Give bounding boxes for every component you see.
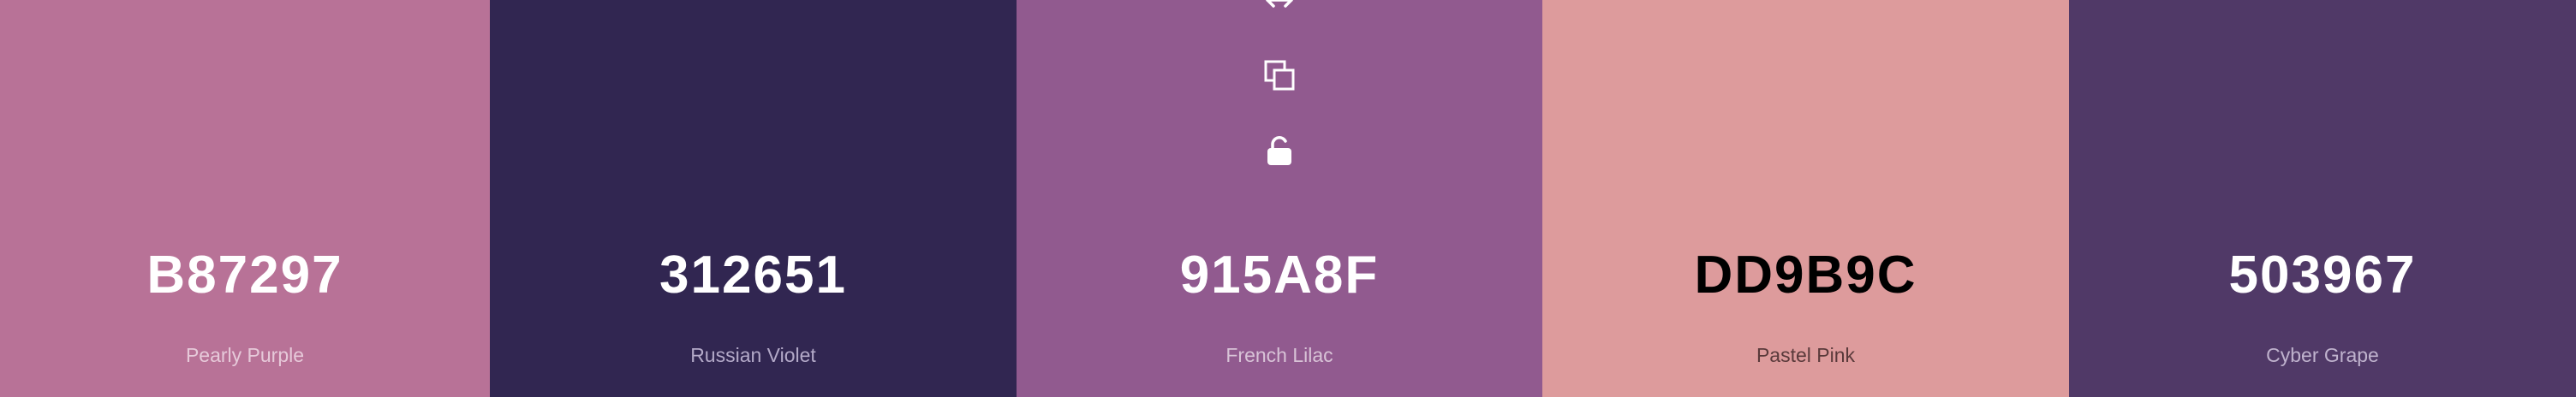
swatch-name[interactable]: Pearly Purple [0, 342, 490, 368]
drag-icon [1262, 0, 1297, 17]
unlock-icon [1262, 133, 1297, 168]
swatch-cyber-grape[interactable]: 503967 Cyber Grape [2069, 0, 2576, 397]
swatch-hex[interactable]: 503967 [2069, 245, 2576, 306]
swatch-pastel-pink[interactable]: DD9B9C Pastel Pink [1542, 0, 2069, 397]
color-palette: B87297 Pearly Purple 312651 Russian Viol… [0, 0, 2576, 397]
swatch-hex[interactable]: DD9B9C [1542, 245, 2069, 306]
swatch-pearly-purple[interactable]: B87297 Pearly Purple [0, 0, 490, 397]
swatch-name[interactable]: Pastel Pink [1542, 342, 2069, 368]
lock-toggle-button[interactable] [1259, 130, 1300, 171]
swatch-name[interactable]: Cyber Grape [2069, 342, 2576, 368]
copy-button[interactable] [1259, 55, 1300, 96]
copy-icon [1262, 58, 1297, 92]
swatch-toolbar [1017, 0, 1542, 205]
swatch-name[interactable]: Russian Violet [490, 342, 1017, 368]
swatch-hex[interactable]: 312651 [490, 245, 1017, 306]
swatch-hex[interactable]: B87297 [0, 245, 490, 306]
swatch-russian-violet[interactable]: 312651 Russian Violet [490, 0, 1017, 397]
swatch-hex[interactable]: 915A8F [1017, 245, 1542, 306]
drag-handle-button[interactable] [1259, 0, 1300, 21]
swatch-french-lilac[interactable]: 915A8F French Lilac [1017, 0, 1542, 397]
swatch-name[interactable]: French Lilac [1017, 342, 1542, 368]
